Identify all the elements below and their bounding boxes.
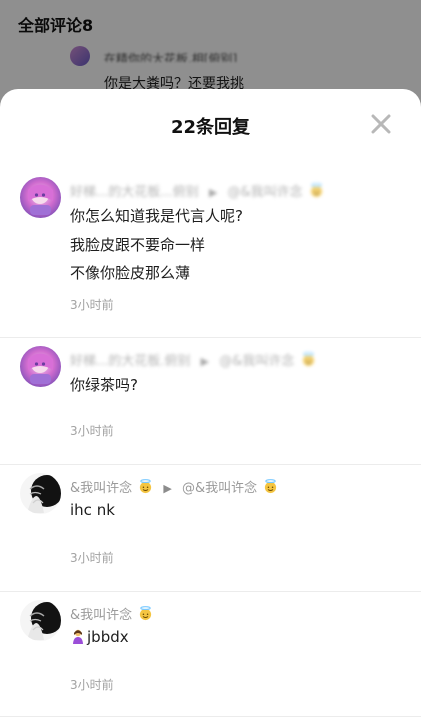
background-avatar [70,46,90,66]
reply-target[interactable]: @&我叫许念 [219,354,294,369]
reply-time: 3小时前 [70,298,114,312]
reply-item[interactable]: &我叫许念 jbbdx 3小时前 [0,592,421,717]
reply-arrow-icon: ▶ [163,482,172,495]
reply-item[interactable]: 好梯...的大花板.俯别 ▶ @&我叫许念 你绿茶吗? 3小时前 [0,338,421,465]
reply-author[interactable]: 好梯...的大花板...俯别 [70,185,199,200]
avatar-image-icon [20,346,61,387]
reply-text-line: 不像你脸皮那么薄 [70,264,191,282]
avatar[interactable] [20,473,61,514]
avatar-image-icon [20,600,61,641]
reply-arrow-icon: ▶ [208,186,218,199]
reply-item[interactable]: &我叫许念 ▶ @&我叫许念 ihc nk 3小时前 [0,465,421,592]
replies-sheet: 22条回复 好梯...的大花板...俯别 ▶ @&我叫许念 你怎么知道我是代言人… [0,89,421,720]
reply-meta: &我叫许念 ▶ @&我叫许念 [70,477,400,496]
angel-emoji-icon [265,479,277,494]
background-header: 全部评论8 [18,16,94,35]
sheet-title: 22条回复 [170,117,251,138]
background-blurred-preview: 在精你的大花板.相[俯别] [104,52,238,62]
reply-meta: &我叫许念 [70,604,400,623]
angel-emoji-icon [310,183,322,198]
avatar[interactable] [20,177,61,218]
reply-arrow-icon: ▶ [200,355,210,368]
reply-item[interactable]: 好梯...的大花板...俯别 ▶ @&我叫许念 你怎么知道我是代言人呢? 我脸皮… [0,169,421,338]
avatar[interactable] [20,346,61,387]
reply-text-line: 你绿茶吗? [70,376,138,394]
reply-author[interactable]: &我叫许念 [70,608,132,623]
reply-text-line: jbbdx [70,628,129,646]
avatar[interactable] [20,600,61,641]
reply-target[interactable]: @&我叫许念 [182,481,257,496]
reply-time: 3小时前 [70,424,114,438]
angel-emoji-icon [302,352,314,367]
reply-text-value: jbbdx [87,628,129,646]
reply-time: 3小时前 [70,551,114,565]
reply-time: 3小时前 [70,678,114,692]
reply-text-line: 我脸皮跟不要命一样 [70,236,206,254]
angel-emoji-icon [140,479,152,494]
reply-author[interactable]: &我叫许念 [70,481,132,496]
angel-emoji-icon [140,606,152,621]
avatar-image-icon [20,177,61,218]
reply-target[interactable]: @&我叫许念 [228,185,303,200]
person-emoji-icon [73,629,83,644]
reply-meta: 好梯...的大花板.俯别 ▶ @&我叫许念 [70,350,400,369]
avatar-image-icon [20,473,61,514]
reply-meta: 好梯...的大花板...俯别 ▶ @&我叫许念 [70,181,400,200]
reply-text-line: ihc nk [70,501,115,519]
reply-text-line: 你怎么知道我是代言人呢? [70,207,243,225]
close-icon [371,114,391,134]
reply-author[interactable]: 好梯...的大花板.俯别 [70,354,191,369]
reply-list: 好梯...的大花板...俯别 ▶ @&我叫许念 你怎么知道我是代言人呢? 我脸皮… [0,169,421,717]
close-button[interactable] [369,112,393,136]
